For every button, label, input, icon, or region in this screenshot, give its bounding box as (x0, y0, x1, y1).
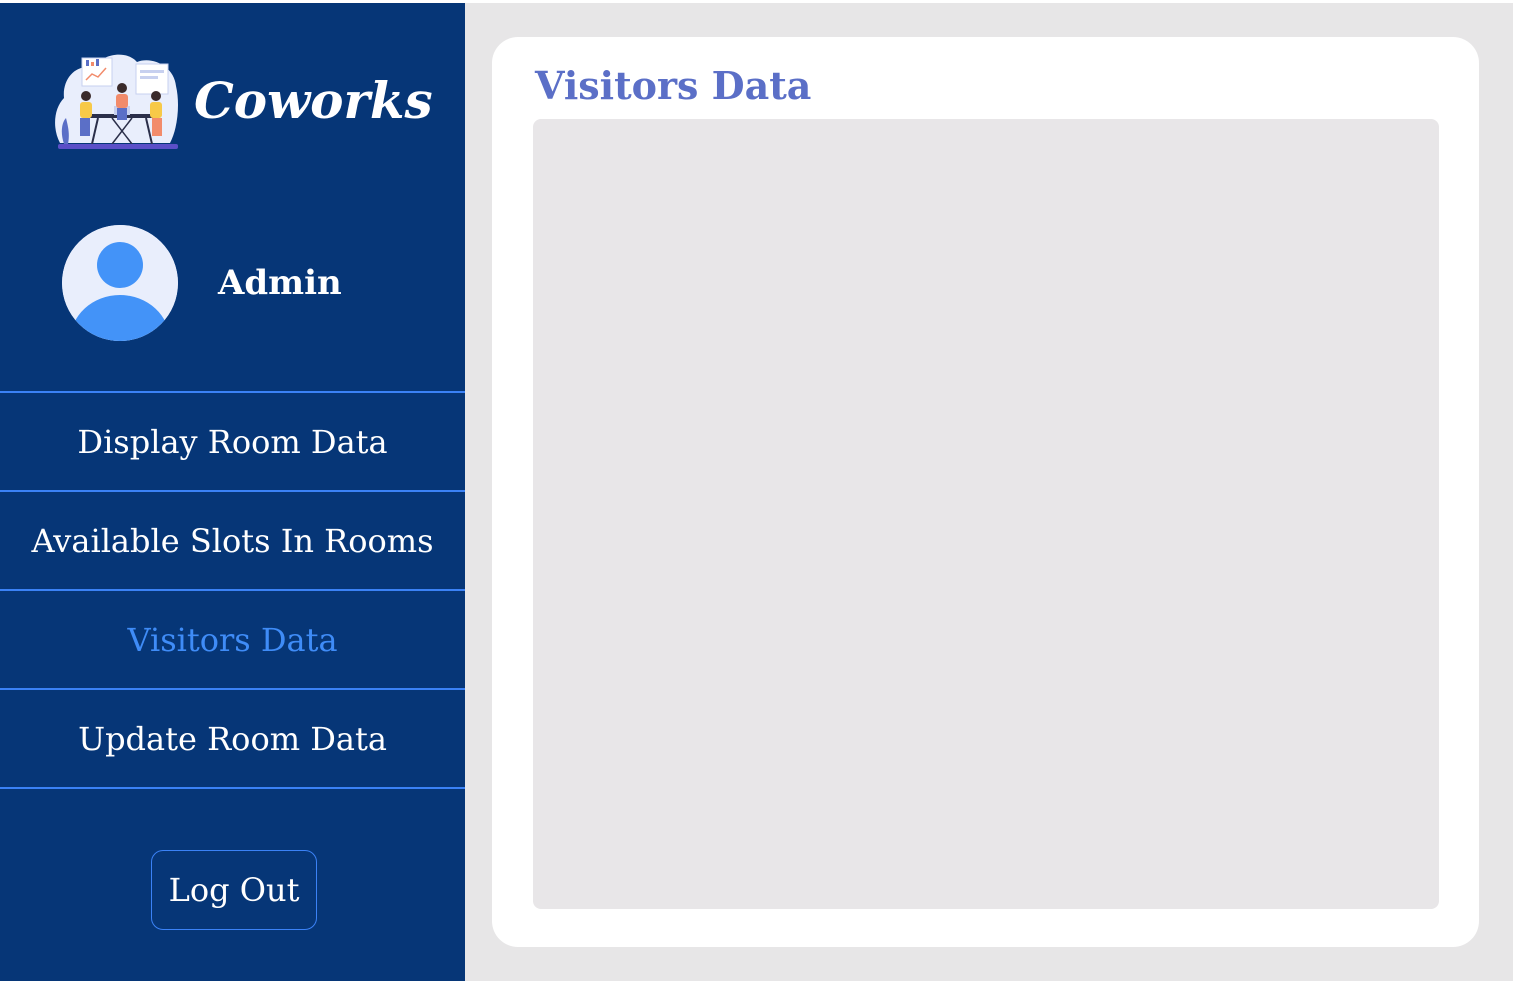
user-profile: Admin (62, 225, 342, 341)
main-content: Visitors Data (465, 3, 1513, 981)
visitors-data-card: Visitors Data (492, 37, 1479, 947)
sidebar: Coworks Admin Display Room Data Availabl… (0, 3, 465, 981)
sidebar-nav: Display Room Data Available Slots In Roo… (0, 391, 465, 789)
logout-button[interactable]: Log Out (151, 850, 317, 930)
user-avatar-icon (62, 225, 178, 341)
profile-name: Admin (218, 263, 342, 303)
brand: Coworks (52, 48, 433, 153)
app-window: Coworks Admin Display Room Data Availabl… (0, 3, 1513, 981)
page-title: Visitors Data (535, 63, 812, 108)
nav-item-update-room-data[interactable]: Update Room Data (0, 690, 465, 789)
nav-item-available-slots[interactable]: Available Slots In Rooms (0, 492, 465, 591)
nav-item-display-room-data[interactable]: Display Room Data (0, 393, 465, 492)
visitors-data-area (533, 119, 1439, 909)
brand-name: Coworks (194, 70, 433, 130)
nav-item-visitors-data[interactable]: Visitors Data (0, 591, 465, 690)
coworking-team-illustration (55, 54, 178, 149)
